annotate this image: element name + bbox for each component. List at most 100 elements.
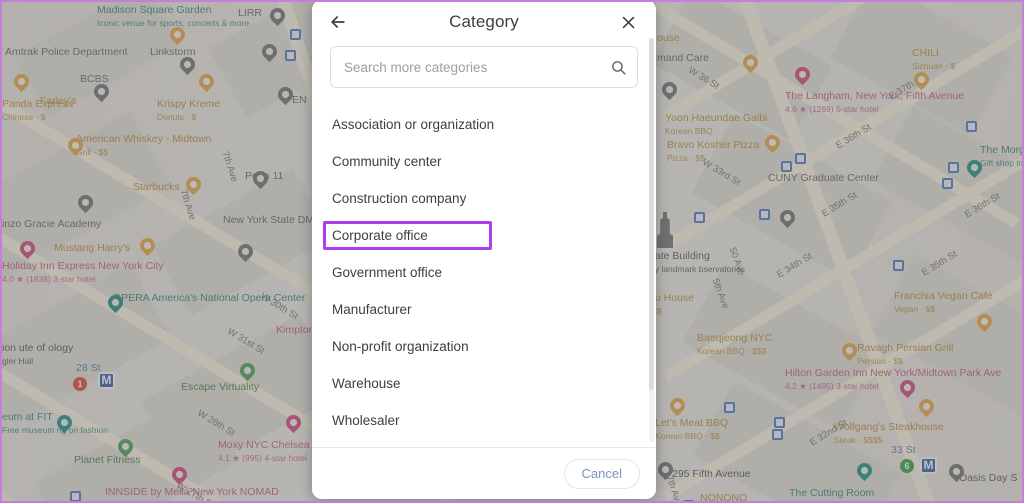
category-item[interactable]: Community center <box>312 143 656 180</box>
map-poi-label[interactable]: 33 St <box>891 444 916 457</box>
map-pin-icon[interactable] <box>666 394 689 417</box>
map-poi-label[interactable]: The Langham, New York, Fifth Avenue 4.6 ★… <box>785 90 964 115</box>
map-poi-name: Hilton Garden Inn New York/Midtown Park … <box>785 367 1002 379</box>
map-poi-label[interactable]: Wolfgang's Steakhouse Steak · $$$$ <box>834 421 944 446</box>
map-poi-label[interactable]: Moxy NYC Chelsea 4.1 ★ (995) 4-star hotel <box>218 439 310 464</box>
map-poi-label[interactable]: LIRR <box>238 7 262 20</box>
map-pin-icon[interactable] <box>915 395 938 418</box>
map-poi-label[interactable]: Amtrak Police Department <box>5 46 128 59</box>
map-poi-name: Bravo Kosher Pizza <box>667 139 760 151</box>
map-poi-name: CHILI <box>912 47 939 59</box>
map-poi-label[interactable]: Krispy Kreme Donuts · $ <box>157 98 220 123</box>
map-poi-label[interactable]: Kimpton <box>276 324 315 337</box>
map-poi-label[interactable]: Holiday Inn Express New York City 4.0 ★ (… <box>2 260 164 285</box>
close-icon[interactable] <box>611 5 645 39</box>
category-item[interactable]: Corporate office <box>312 217 656 254</box>
map-poi-label[interactable]: Baeqjeong NYC Korean BBQ · $$$ <box>697 332 772 357</box>
map-poi-subtitle: Sichuan · $ <box>912 60 955 71</box>
map-poi-subtitle: $$ <box>652 305 662 316</box>
map-poi-label[interactable]: Hilton Garden Inn New York/Midtown Park … <box>785 367 1001 392</box>
map-poi-name: Mustang Harry's <box>54 242 131 254</box>
map-poi-name: The Cutting Room <box>789 487 875 499</box>
transit-icon <box>683 500 694 501</box>
map-poi-label[interactable]: The Morgan Library &Gift shop in cultura… <box>980 144 1022 169</box>
map-poi-label[interactable]: eum at FIT Free museum ng on fashion <box>2 411 108 436</box>
transit-icon <box>759 209 770 220</box>
map-poi-label[interactable]: CHILI Sichuan · $ <box>912 47 955 72</box>
map-poi-subtitle: Grill · $$ <box>76 146 109 157</box>
map-poi-label[interactable]: Planet Fitness <box>74 454 141 467</box>
map-poi-name: LIRR <box>238 7 262 19</box>
map-poi-label[interactable]: Bravo Kosher Pizza Pizza · $$ <box>667 139 759 164</box>
map-poi-subtitle: 4.2 ★ (1495) 3-star hotel <box>785 380 879 391</box>
map-poi-label[interactable]: Escape Virtuality <box>181 381 259 394</box>
map-poi-name: CUNY Graduate Center <box>768 172 879 184</box>
category-item[interactable]: Manufacturer <box>312 291 656 328</box>
map-poi-label[interactable]: ouse <box>657 32 680 45</box>
scrollbar-track[interactable] <box>649 38 654 442</box>
transit-icon <box>772 429 783 440</box>
subway-line-1-icon: 1 <box>73 377 87 391</box>
category-item-label: Community center <box>332 154 442 169</box>
map-poi-subtitle: 4.6 ★ (1269) 5-star hotel <box>785 103 879 114</box>
map-poi-label[interactable]: 295 Fifth Avenue <box>672 468 751 481</box>
map-poi-name: NONONO <box>700 492 748 501</box>
map-poi-label[interactable]: Yoon Haeundae Galbi Korean BBQ <box>665 112 767 137</box>
category-item-label: Association or organization <box>332 117 495 132</box>
map-poi-name: American Whiskey - Midtown <box>76 133 212 145</box>
category-item[interactable]: Construction company <box>312 180 656 217</box>
map-poi-label[interactable]: ion ute of ology gler Hall <box>2 342 73 367</box>
transit-icon <box>966 121 977 132</box>
map-poi-name: Let's Meat BBQ <box>655 417 729 429</box>
category-list[interactable]: Association or organization Community cen… <box>312 102 656 447</box>
category-item-label: Wholesaler <box>332 413 400 428</box>
map-poi-label[interactable]: Franchia Vegan Café Vegan · $$ <box>894 290 993 315</box>
map-poi-label[interactable]: Let's Meat BBQ Korean BBQ · $$ <box>655 417 728 442</box>
map-poi-name: Franchia Vegan Café <box>894 290 993 302</box>
category-item[interactable]: Wholesaler <box>312 402 656 439</box>
subway-line-6-icon: 6 <box>900 459 914 473</box>
map-poi-label[interactable]: NONONO <box>700 492 747 501</box>
map-poi-name: fu House <box>652 292 695 304</box>
map-poi-label[interactable]: Madison Square Garden Iconic venue for sp… <box>97 4 249 29</box>
map-poi-subtitle: gler Hall <box>2 355 34 366</box>
map-poi-label[interactable]: Ravagh Persian Grill Persian · $$ <box>857 342 953 367</box>
category-item-label: Warehouse <box>332 376 401 391</box>
category-item[interactable]: Non-profit organization <box>312 328 656 365</box>
map-poi-label[interactable]: American Whiskey - Midtown Grill · $$ <box>76 133 211 158</box>
map-poi-subtitle: Persian · $$ <box>857 355 903 366</box>
map-poi-label[interactable]: Oasis Day S <box>959 472 1017 485</box>
category-item[interactable]: Government office <box>312 254 656 291</box>
search-icon[interactable] <box>610 59 627 76</box>
map-poi-label[interactable]: 28 St <box>76 362 101 375</box>
search-input[interactable] <box>344 59 610 75</box>
map-poi-label[interactable]: Mustang Harry's <box>54 242 130 255</box>
map-poi-name: Planet Fitness <box>74 454 141 466</box>
map-poi-label[interactable]: inzo Gracie Academy <box>2 218 101 231</box>
map-poi-label[interactable]: CUNY Graduate Center <box>768 172 879 185</box>
search-box[interactable] <box>330 46 638 88</box>
transit-icon <box>774 417 785 428</box>
map-poi-label[interactable]: The Cutting Room <box>789 487 874 500</box>
map-pin-icon[interactable] <box>136 234 159 257</box>
map-poi-name: OPERA America's National Opera Center <box>113 292 306 304</box>
map-poi-label[interactable]: INNSIDE by Meliá New York NOMAD <box>105 486 279 499</box>
empire-state-building-icon <box>657 212 673 248</box>
map-poi-name: Kimpton <box>276 324 315 336</box>
map-pin-icon[interactable] <box>195 70 218 93</box>
map-poi-label[interactable]: Starbucks <box>133 181 180 194</box>
scrollbar-thumb[interactable] <box>649 38 654 390</box>
map-pin-icon[interactable] <box>658 78 681 101</box>
cancel-button[interactable]: Cancel <box>563 458 640 489</box>
map-poi-name: Amtrak Police Department <box>5 46 128 58</box>
map-poi-label[interactable]: OPERA America's National Opera Center <box>113 292 305 305</box>
map-poi-label[interactable]: fu House $$ <box>652 292 694 317</box>
category-item[interactable]: Warehouse <box>312 365 656 402</box>
page-title: Category <box>449 12 519 31</box>
category-item[interactable]: Association or organization <box>312 106 656 143</box>
map-poi-label[interactable]: Panda Express Chinese · $ <box>2 98 73 123</box>
map-poi-label[interactable]: tate Building ry landmark bservatories <box>652 250 745 275</box>
back-arrow-icon[interactable] <box>321 5 355 39</box>
map-poi-name: Oasis Day S <box>959 472 1018 484</box>
map-poi-label[interactable]: mand Care <box>657 52 709 65</box>
